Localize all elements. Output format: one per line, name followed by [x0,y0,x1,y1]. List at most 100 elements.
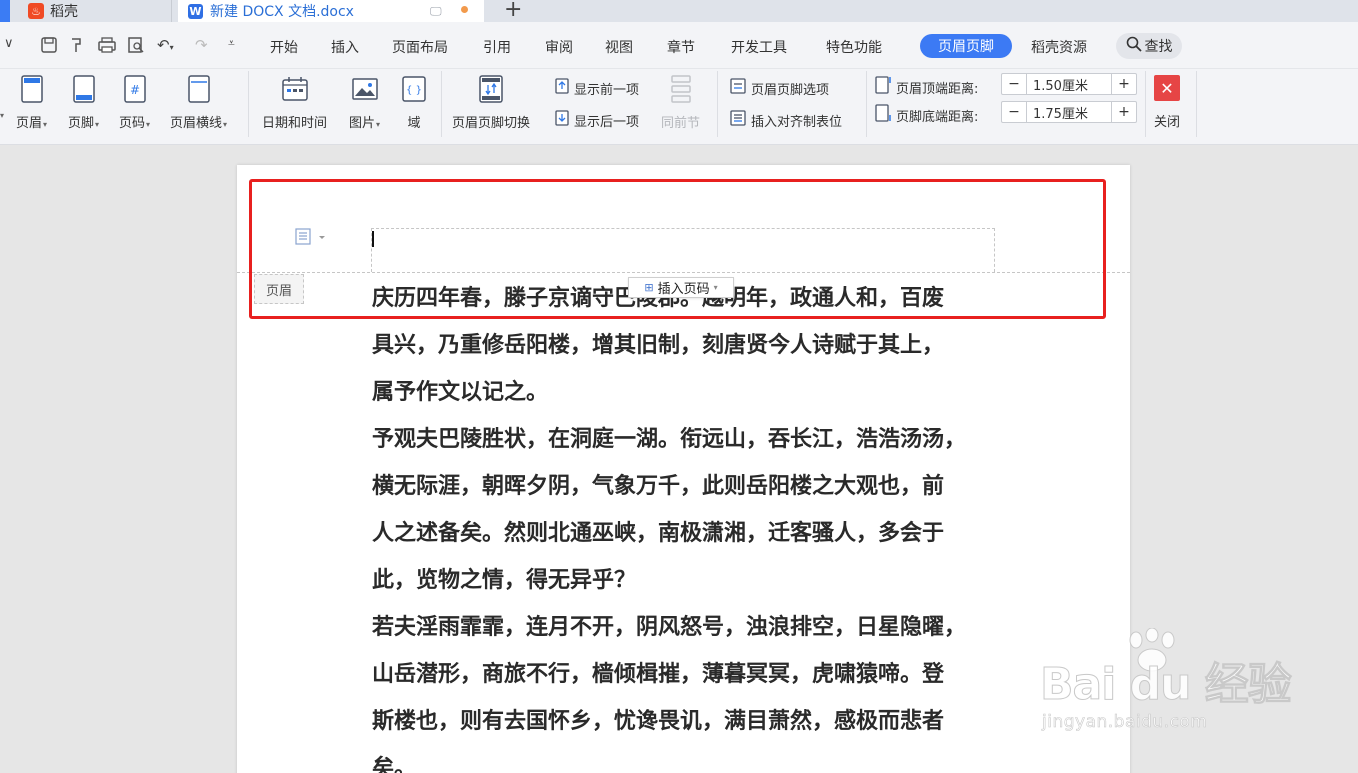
show-previous-label: 显示前一项 [574,82,640,98]
increase-bottom-button[interactable]: + [1112,102,1136,122]
document-page[interactable]: 页眉 庆历四年春，滕子京谪守巴陵郡。越明年，政通人和，百废 具兴，乃重修岳阳楼，… [237,165,1130,773]
header-top-distance-icon [874,75,892,99]
page-number-insert-icon: ⊞ [644,281,654,294]
close-label: 关闭 [1154,115,1181,130]
ribbon-divider [1145,71,1146,137]
document-body[interactable]: 庆历四年春，滕子京谪守巴陵郡。越明年，政通人和，百废 具兴，乃重修岳阳楼，增其旧… [372,275,1004,773]
page-number-button-label: 页码 [119,116,146,131]
format-painter-icon[interactable] [68,36,86,58]
ribbon-divider [717,71,718,137]
body-line: 人之述备矣。然则北通巫峡，南极潇湘，迁客骚人，多会于 [372,520,945,546]
insert-page-number-button[interactable]: ⊞ 插入页码 ▾ [628,277,734,298]
search-icon [1126,36,1142,56]
print-icon[interactable] [97,36,117,58]
unsaved-dot-icon [461,6,468,13]
menu-page-layout[interactable]: 页面布局 [392,37,448,57]
menu-review[interactable]: 审阅 [545,37,573,57]
footer-bottom-distance-value[interactable]: 1.75厘米 [1026,102,1112,122]
footer-bottom-distance-label: 页脚底端距离: [874,103,978,127]
text-cursor [372,231,374,247]
date-time-button[interactable]: 日期和时间 [262,73,327,131]
decrease-top-button[interactable]: − [1002,74,1026,94]
tab-edge [0,0,10,22]
options-label: 页眉页脚选项 [751,82,830,98]
ribbon-toolbar: ▾ 页眉▾ 页脚▾ # 页码▾ 页眉横线▾ 日期和时间 图片▾ {} 域 页眉… [0,69,1358,145]
header-footer-switch-button[interactable]: 页眉页脚切换 [452,73,530,131]
body-line: 予观夫巴陵胜状，在洞庭一湖。衔远山，吞长江，浩浩汤汤， [372,426,967,452]
save-icon[interactable] [40,36,58,58]
increase-top-button[interactable]: + [1112,74,1136,94]
tab-docer-home[interactable]: ♨ 稻壳 [14,0,172,22]
header-line-icon [185,73,213,105]
footer-button[interactable]: 页脚▾ [68,73,99,131]
picture-button[interactable]: 图片▾ [349,73,380,131]
header-options-icon[interactable] [295,228,329,250]
tab-document[interactable]: W 新建 DOCX 文档.docx 🖵 [178,0,484,22]
monitor-icon[interactable]: 🖵 [430,4,442,19]
header-boundary-line [237,272,1130,273]
close-icon: ✕ [1154,75,1180,101]
body-line: 具兴，乃重修岳阳楼，增其旧制，刻唐贤今人诗赋于其上， [372,332,945,358]
align-tab-icon [729,109,747,131]
calendar-icon [281,73,309,105]
field-icon: { } [400,73,428,105]
show-previous-button[interactable]: 显示前一项 [554,77,639,99]
header-top-distance-value[interactable]: 1.50厘米 [1026,74,1112,94]
menu-references[interactable]: 引用 [483,37,511,57]
paw-icon [1129,628,1175,672]
body-line: 矣。 [372,755,417,773]
print-preview-icon[interactable] [127,36,145,58]
body-line: 若夫淫雨霏霏，连月不开，阴风怒号，浊浪排空，日星隐曜， [372,614,967,640]
footer-icon [70,73,98,105]
picture-label: 图片 [349,116,376,131]
close-header-footer-button[interactable]: ✕ 关闭 [1154,75,1180,130]
menu-special-features[interactable]: 特色功能 [826,37,882,57]
menu-section[interactable]: 章节 [667,37,695,57]
caret-icon: ▾ [0,111,5,120]
svg-text:{ }: { } [406,85,422,96]
header-line-button[interactable]: 页眉横线▾ [170,73,227,131]
menu-insert[interactable]: 插入 [331,37,359,57]
ribbon-divider [248,71,249,137]
insert-align-tab-button[interactable]: 插入对齐制表位 [729,109,842,131]
customize-toolbar-icon[interactable]: ⩡ [228,36,235,51]
menu-home[interactable]: 开始 [270,37,298,57]
menu-docer-resources[interactable]: 稻壳资源 [1031,37,1087,57]
header-line-button-label: 页眉横线 [170,116,223,131]
add-tab-button[interactable]: + [504,0,522,22]
header-button-label: 页眉 [16,116,43,131]
menu-header-footer[interactable]: 页眉页脚 [920,34,1012,58]
show-next-label: 显示后一项 [574,114,640,130]
page-number-icon: # [121,73,149,105]
undo-icon[interactable]: ↶▾ [157,36,174,54]
footer-bottom-distance-icon [874,103,892,127]
decrease-bottom-button[interactable]: − [1002,102,1026,122]
show-previous-icon [554,77,570,99]
word-doc-icon: W [188,3,203,19]
header-region-label: 页眉 [254,274,304,304]
search-button[interactable]: 查找 [1116,33,1182,59]
chevron-down-icon[interactable]: ∨ [4,36,14,51]
ribbon-divider [866,71,867,137]
dropdown-caret-icon: ▾ [713,283,718,292]
field-label: 域 [407,116,421,131]
footer-bottom-distance-stepper[interactable]: − 1.75厘米 + [1001,101,1137,123]
body-line: 横无际涯，朝晖夕阴，气象万千，此则岳阳楼之大观也，前 [372,473,945,499]
header-footer-options-button[interactable]: 页眉页脚选项 [729,77,829,99]
header-button[interactable]: 页眉▾ [16,73,47,131]
same-as-previous-label: 同前节 [661,116,701,131]
field-button[interactable]: { } 域 [400,73,428,131]
body-line: 此，览物之情，得无异乎？ [372,567,637,593]
show-next-button[interactable]: 显示后一项 [554,109,639,131]
menu-developer[interactable]: 开发工具 [731,37,787,57]
tab-bar: ♨ 稻壳 W 新建 DOCX 文档.docx 🖵 + [0,0,1358,22]
header-edit-area[interactable] [371,228,995,272]
redo-icon: ↷ [195,36,208,54]
page-number-button[interactable]: # 页码▾ [119,73,150,131]
menu-view[interactable]: 视图 [605,37,633,57]
header-top-distance-stepper[interactable]: − 1.50厘米 + [1001,73,1137,95]
body-line: 山岳潜形，商旅不行，樯倾楫摧，薄暮冥冥，虎啸猿啼。登 [372,661,945,687]
insert-page-number-label: 插入页码 [657,282,710,297]
body-line: 斯楼也，则有去国怀乡，忧谗畏讥，满目萧然，感极而悲者 [372,708,945,734]
header-top-distance-text: 页眉顶端距离: [896,81,979,97]
